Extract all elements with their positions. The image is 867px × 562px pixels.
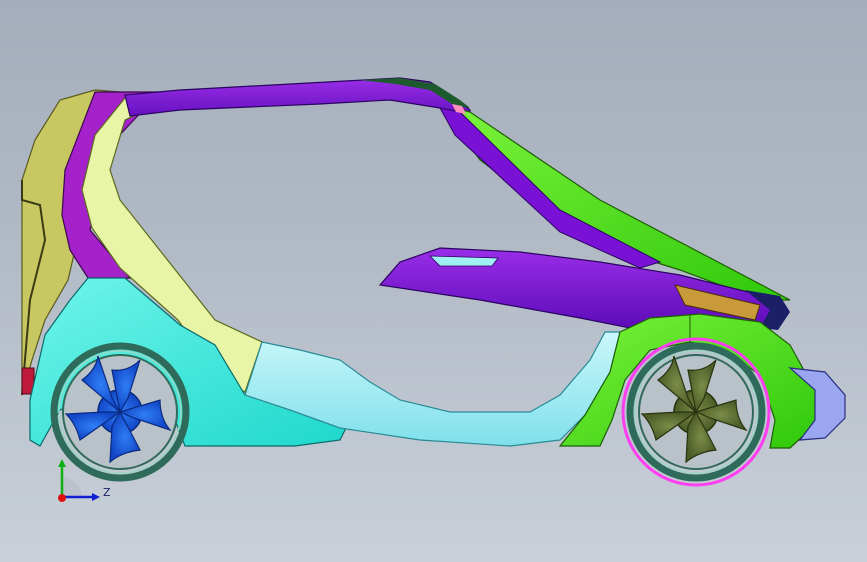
cad-graphics-viewport[interactable]: Z — [0, 0, 867, 562]
coordinate-triad — [58, 459, 100, 502]
x-axis-dot — [58, 494, 66, 502]
vehicle-model[interactable] — [0, 0, 867, 562]
dashboard-display — [429, 255, 499, 267]
triad-z-label: Z — [103, 486, 111, 499]
front-wheel[interactable] — [621, 337, 771, 487]
